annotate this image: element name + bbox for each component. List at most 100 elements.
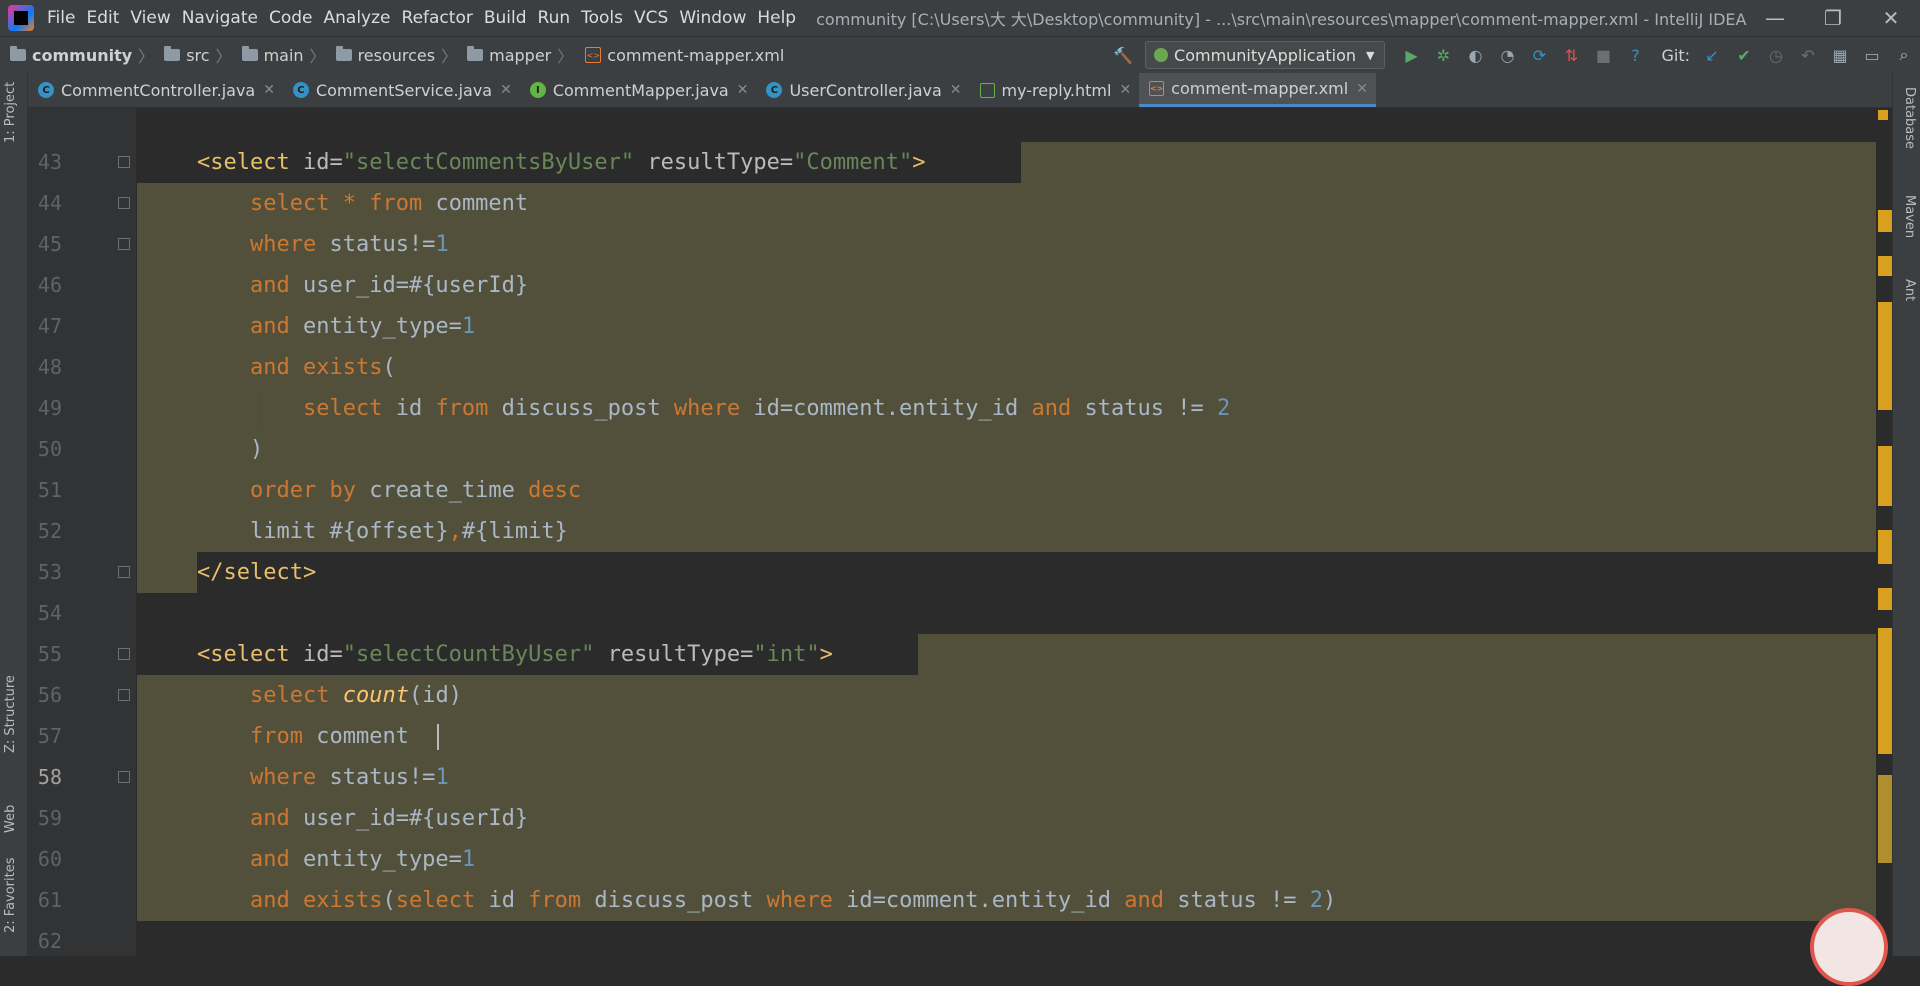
- interface-icon: I: [529, 82, 546, 98]
- inspection-status-icon[interactable]: [1878, 110, 1888, 120]
- fold-marker-icon[interactable]: [118, 566, 130, 578]
- fold-marker-icon[interactable]: [118, 156, 130, 168]
- tab-label: CommentController.java: [61, 80, 256, 100]
- menu-edit[interactable]: Edit: [83, 8, 127, 28]
- help-icon[interactable]: ?: [1622, 42, 1648, 68]
- line-number: 62: [37, 929, 62, 953]
- menu-navigate[interactable]: Navigate: [179, 8, 266, 28]
- close-icon[interactable]: ✕: [1356, 81, 1368, 97]
- menu-help[interactable]: Help: [754, 8, 804, 28]
- scroll-marker[interactable]: [1878, 256, 1892, 276]
- tab-comment-service[interactable]: C CommentService.java ✕: [283, 73, 520, 107]
- coverage-icon[interactable]: ◐: [1462, 42, 1488, 68]
- selection-highlight: [918, 634, 1892, 675]
- code-line: 53 limit #{offset},#{limit}: [28, 511, 1892, 584]
- close-icon[interactable]: ✕: [950, 82, 962, 98]
- code-text: ): [249, 437, 264, 462]
- code-editor[interactable]: 43 44 <select id="selectCommentsByUser" …: [28, 108, 1892, 956]
- code-text: from comment: [249, 724, 409, 749]
- profile-icon[interactable]: ◔: [1494, 42, 1520, 68]
- breadcrumb-mapper[interactable]: mapper 〉: [457, 43, 573, 67]
- scroll-marker[interactable]: [1878, 446, 1892, 506]
- menu-code[interactable]: Code: [266, 8, 321, 28]
- scroll-marker[interactable]: [1878, 210, 1892, 232]
- close-icon[interactable]: ✕: [263, 82, 275, 98]
- restore-button[interactable]: ❐: [1804, 0, 1862, 36]
- menu-analyze[interactable]: Analyze: [321, 8, 399, 28]
- presentation-mode-icon[interactable]: ▭: [1859, 42, 1885, 68]
- tab-label: CommentMapper.java: [552, 80, 729, 100]
- git-rollback-icon[interactable]: ↶: [1795, 42, 1821, 68]
- fold-marker-icon[interactable]: [118, 197, 130, 209]
- close-icon[interactable]: ✕: [737, 82, 749, 98]
- fold-marker-icon[interactable]: [118, 648, 130, 660]
- close-icon[interactable]: ✕: [500, 82, 512, 98]
- run-configuration-select[interactable]: CommunityApplication ▼: [1145, 41, 1386, 69]
- scroll-marker[interactable]: [1878, 775, 1892, 863]
- tool-window-web[interactable]: Web: [3, 805, 18, 833]
- code-text: select count(id): [249, 683, 462, 708]
- menu-view[interactable]: View: [127, 8, 178, 28]
- menu-file[interactable]: File: [44, 8, 83, 28]
- code-text: where status!=1: [249, 765, 449, 790]
- git-update-icon[interactable]: ↙: [1699, 42, 1725, 68]
- menu-refactor[interactable]: Refactor: [399, 8, 481, 28]
- menu-build[interactable]: Build: [481, 8, 535, 28]
- menu-window[interactable]: Window: [676, 8, 754, 28]
- tool-window-ant[interactable]: Ant: [1902, 279, 1917, 301]
- html-icon: [979, 82, 995, 98]
- tool-window-project[interactable]: 1: Project: [3, 82, 18, 143]
- code-line: 44 <select id="selectCommentsByUser" res…: [28, 142, 1892, 215]
- search-icon[interactable]: ⌕: [1891, 42, 1917, 68]
- breadcrumb-src[interactable]: src 〉: [154, 43, 232, 67]
- tab-user-controller[interactable]: C UserController.java ✕: [756, 73, 969, 107]
- editor-tab-bar: C CommentController.java ✕ C CommentServ…: [28, 73, 1892, 108]
- scroll-marker[interactable]: [1878, 302, 1892, 410]
- tab-comment-mapper-xml[interactable]: <> comment-mapper.xml ✕: [1139, 73, 1376, 107]
- code-line: 61 and entity_type=1: [28, 839, 1892, 912]
- fold-marker-icon[interactable]: [118, 771, 130, 783]
- code-line: 48 and entity_type=1: [28, 306, 1892, 379]
- menu-vcs[interactable]: VCS: [631, 8, 676, 28]
- breadcrumb-main[interactable]: main 〉: [232, 43, 326, 67]
- scroll-marker[interactable]: [1878, 530, 1892, 564]
- breadcrumb-separator: 〉: [441, 47, 458, 66]
- update-running-app-icon[interactable]: ⟳: [1526, 42, 1552, 68]
- tool-window-structure[interactable]: Z: Structure: [3, 675, 18, 753]
- tab-my-reply-html[interactable]: my-reply.html ✕: [970, 73, 1140, 107]
- code-line-current: 58 from comment: [28, 716, 1892, 789]
- main-toolbar: 🔨 CommunityApplication ▼ ▶ ✲ ◐ ◔ ⟳ ⇅ ■ ?…: [1107, 37, 1920, 73]
- breadcrumb-resources[interactable]: resources 〉: [326, 43, 458, 67]
- menu-tools[interactable]: Tools: [578, 8, 631, 28]
- tool-window-database[interactable]: Database: [1902, 87, 1917, 149]
- close-icon[interactable]: ✕: [1119, 82, 1131, 98]
- minimize-button[interactable]: —: [1746, 0, 1804, 36]
- tab-comment-controller[interactable]: C CommentController.java ✕: [28, 73, 283, 107]
- code-line: 43: [28, 108, 1892, 174]
- debug-icon[interactable]: ✲: [1430, 42, 1456, 68]
- breadcrumb-label: mapper: [489, 45, 552, 65]
- git-history-icon[interactable]: ◷: [1763, 42, 1789, 68]
- tool-window-favorites[interactable]: 2: Favorites: [3, 857, 18, 933]
- fold-marker-icon[interactable]: [118, 238, 130, 250]
- build-hammer-icon[interactable]: 🔨: [1110, 42, 1136, 68]
- code-text: and exists(: [249, 355, 396, 380]
- tool-window-maven[interactable]: Maven: [1902, 195, 1917, 238]
- attach-debugger-icon[interactable]: ⇅: [1558, 42, 1584, 68]
- tab-label: CommentService.java: [315, 80, 493, 100]
- tab-label: my-reply.html: [1001, 80, 1112, 100]
- project-structure-icon[interactable]: ▦: [1827, 42, 1853, 68]
- run-icon[interactable]: ▶: [1398, 42, 1424, 68]
- git-commit-icon[interactable]: ✔: [1731, 42, 1757, 68]
- menu-run[interactable]: Run: [535, 8, 579, 28]
- scroll-marker[interactable]: [1878, 588, 1892, 610]
- scroll-marker[interactable]: [1878, 628, 1892, 754]
- code-line: 57 select count(id): [28, 675, 1892, 748]
- fold-marker-icon[interactable]: [118, 689, 130, 701]
- tab-comment-mapper-java[interactable]: I CommentMapper.java ✕: [520, 73, 757, 107]
- breadcrumb-file[interactable]: <> comment-mapper.xml: [573, 46, 784, 65]
- breadcrumb-community[interactable]: community 〉: [0, 43, 154, 67]
- stop-icon[interactable]: ■: [1590, 42, 1616, 68]
- floating-widget-icon[interactable]: [1810, 908, 1888, 986]
- close-button[interactable]: ✕: [1862, 0, 1920, 36]
